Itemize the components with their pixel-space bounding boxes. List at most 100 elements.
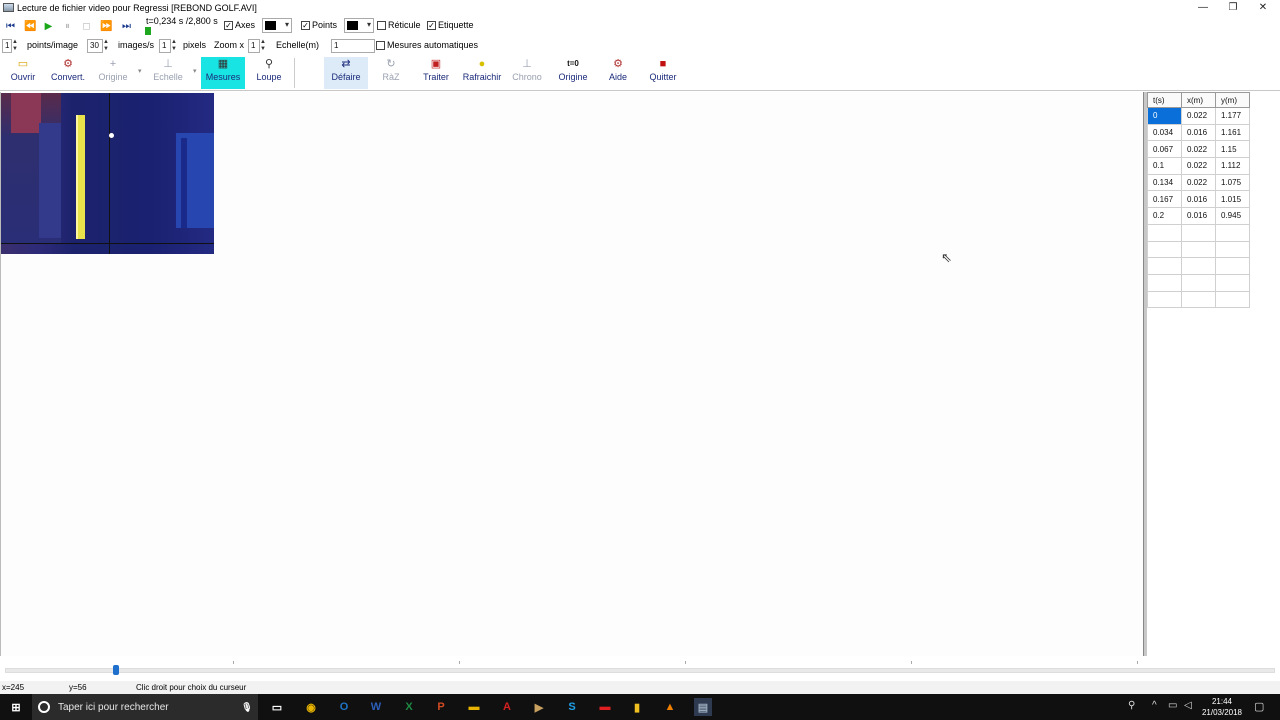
axes-color-select[interactable]: ▾ xyxy=(262,18,292,33)
table-row[interactable] xyxy=(1147,273,1250,292)
echelle-button[interactable]: ⊥ Echelle xyxy=(146,57,190,89)
table-cell[interactable] xyxy=(1181,223,1216,242)
table-cell[interactable]: 1.015 xyxy=(1215,190,1250,209)
minimize-button[interactable]: — xyxy=(1188,0,1218,15)
table-cell[interactable] xyxy=(1147,223,1182,242)
table-cell[interactable] xyxy=(1147,257,1182,275)
table-row[interactable]: 0.1 0.022 1.112 xyxy=(1147,157,1250,175)
axes-checkbox[interactable]: ✓ Axes xyxy=(224,20,255,30)
table-row[interactable]: 0 0.022 1.177 xyxy=(1147,107,1250,125)
table-cell[interactable]: 0.022 xyxy=(1181,140,1216,159)
table-cell[interactable]: 0.2 xyxy=(1147,207,1182,225)
points-color-select[interactable]: ▾ xyxy=(344,18,374,33)
table-cell[interactable] xyxy=(1181,290,1216,309)
ouvrir-button[interactable]: ▭ Ouvrir xyxy=(1,57,45,89)
powerpoint-icon[interactable]: P xyxy=(432,698,450,716)
table-cell[interactable]: 0.134 xyxy=(1147,173,1182,192)
table-row[interactable]: 0.067 0.022 1.15 xyxy=(1147,140,1250,159)
play-icon[interactable]: ▶ xyxy=(40,18,57,34)
points-per-image-spinner[interactable]: ▲ ▼ xyxy=(11,39,19,53)
table-cell[interactable]: 0.022 xyxy=(1181,173,1216,192)
table-row[interactable] xyxy=(1147,257,1250,275)
mesures-auto-check-box[interactable] xyxy=(376,40,385,50)
network-icon[interactable]: ▭ xyxy=(1168,700,1177,711)
frame-slider[interactable] xyxy=(5,668,1275,673)
etiquette-checkbox[interactable]: ✓ Etiquette xyxy=(427,20,474,30)
table-cell[interactable]: 0.167 xyxy=(1147,190,1182,209)
rafraichir-button[interactable]: ● Rafraichir xyxy=(460,57,504,89)
table-row[interactable] xyxy=(1147,240,1250,259)
table-cell[interactable] xyxy=(1215,290,1250,309)
table-cell[interactable] xyxy=(1181,273,1216,292)
etiquette-check-box[interactable]: ✓ xyxy=(427,20,436,30)
table-cell[interactable] xyxy=(1215,257,1250,275)
reticule-check-box[interactable] xyxy=(377,20,386,30)
images-per-s-spinner[interactable]: ▲ ▼ xyxy=(102,39,110,53)
stop-icon[interactable]: ◻ xyxy=(78,18,95,34)
file-explorer-icon[interactable]: ▬ xyxy=(465,698,483,716)
table-cell[interactable]: 0.016 xyxy=(1181,207,1216,225)
notifications-icon[interactable]: ▢ xyxy=(1254,700,1264,713)
table-cell[interactable]: 1.075 xyxy=(1215,173,1250,192)
table-cell[interactable]: 0.945 xyxy=(1215,207,1250,225)
echelle-dropdown-icon[interactable]: ▾ xyxy=(193,67,197,75)
table-cell[interactable]: 0.034 xyxy=(1147,123,1182,142)
table-cell[interactable]: 1.15 xyxy=(1215,140,1250,159)
table-row[interactable] xyxy=(1147,223,1250,242)
maximize-button[interactable]: ❐ xyxy=(1218,0,1248,15)
table-cell[interactable] xyxy=(1147,240,1182,259)
echelle-input[interactable]: 1 xyxy=(331,39,375,53)
next-frame-icon[interactable]: ⏩ xyxy=(98,18,115,34)
table-row[interactable]: 0.034 0.016 1.161 xyxy=(1147,123,1250,142)
vlc-icon[interactable]: ▲ xyxy=(661,698,679,716)
measurements-table[interactable]: t(s) x(m) y(m) 0 0.022 1.177 0.034 0.016 1.16… xyxy=(1147,92,1250,309)
table-row[interactable]: 0.167 0.016 1.015 xyxy=(1147,190,1250,209)
chrono-button[interactable]: ⊥ Chrono xyxy=(505,57,549,89)
table-cell[interactable]: 0.016 xyxy=(1181,190,1216,209)
origine-button[interactable]: + Origine xyxy=(91,57,135,89)
table-cell[interactable]: 0.016 xyxy=(1181,123,1216,142)
convert-button[interactable]: ⚙ Convert. xyxy=(46,57,90,89)
table-cell[interactable]: 1.177 xyxy=(1215,107,1250,125)
table-cell[interactable] xyxy=(1215,223,1250,242)
raz-button[interactable]: ↻ RàZ xyxy=(369,57,413,89)
table-cell[interactable]: 0.022 xyxy=(1181,107,1216,125)
table-cell[interactable] xyxy=(1147,273,1182,292)
windows-start-icon[interactable]: ⊞ xyxy=(7,698,25,716)
video-frame[interactable] xyxy=(1,93,214,254)
regressi-video-icon[interactable]: ▤ xyxy=(694,698,712,716)
skype-icon[interactable]: S xyxy=(563,698,581,716)
outlook-icon[interactable]: O xyxy=(335,698,353,716)
table-row[interactable]: 0.2 0.016 0.945 xyxy=(1147,207,1250,225)
table-row[interactable] xyxy=(1147,290,1250,309)
table-row[interactable]: 0.134 0.022 1.075 xyxy=(1147,173,1250,192)
reticule-checkbox[interactable]: Réticule xyxy=(377,20,421,30)
chrome-icon[interactable]: ◉ xyxy=(302,698,320,716)
table-cell[interactable] xyxy=(1215,240,1250,259)
origine-dropdown-icon[interactable]: ▾ xyxy=(138,67,142,75)
taskbar-clock[interactable]: 21:44 21/03/2018 xyxy=(1200,696,1244,718)
table-cell[interactable]: 1.161 xyxy=(1215,123,1250,142)
points-checkbox[interactable]: ✓ Points xyxy=(301,20,337,30)
origine-temps-button[interactable]: t=0 Origine xyxy=(551,57,595,89)
axes-check-box[interactable]: ✓ xyxy=(224,20,233,30)
table-cell[interactable] xyxy=(1181,240,1216,259)
last-frame-icon[interactable]: ⏭ xyxy=(118,18,135,34)
media-player-icon[interactable]: ▶ xyxy=(530,698,548,716)
table-cell[interactable]: 0 xyxy=(1147,107,1182,125)
points-check-box[interactable]: ✓ xyxy=(301,20,310,30)
volume-icon[interactable]: ◁ xyxy=(1184,700,1192,711)
pixels-spinner[interactable]: ▲ ▼ xyxy=(170,39,178,53)
mesures-button[interactable]: ▦ Mesures xyxy=(201,57,245,89)
aide-button[interactable]: ⚙ Aide xyxy=(596,57,640,89)
excel-icon[interactable]: X xyxy=(400,698,418,716)
previous-frame-icon[interactable]: ⏪ xyxy=(22,18,39,34)
microphone-icon[interactable]: 🎙 xyxy=(238,698,256,716)
word-icon[interactable]: W xyxy=(367,698,385,716)
traiter-button[interactable]: ▣ Traiter xyxy=(414,57,458,89)
acrobat-icon[interactable]: A xyxy=(498,698,516,716)
pause-icon[interactable]: ⏸ xyxy=(59,18,76,34)
loupe-button[interactable]: ⚲ Loupe xyxy=(247,57,291,89)
sticky-notes-icon[interactable]: ▮ xyxy=(628,698,646,716)
task-view-icon[interactable]: ▭ xyxy=(268,698,286,716)
